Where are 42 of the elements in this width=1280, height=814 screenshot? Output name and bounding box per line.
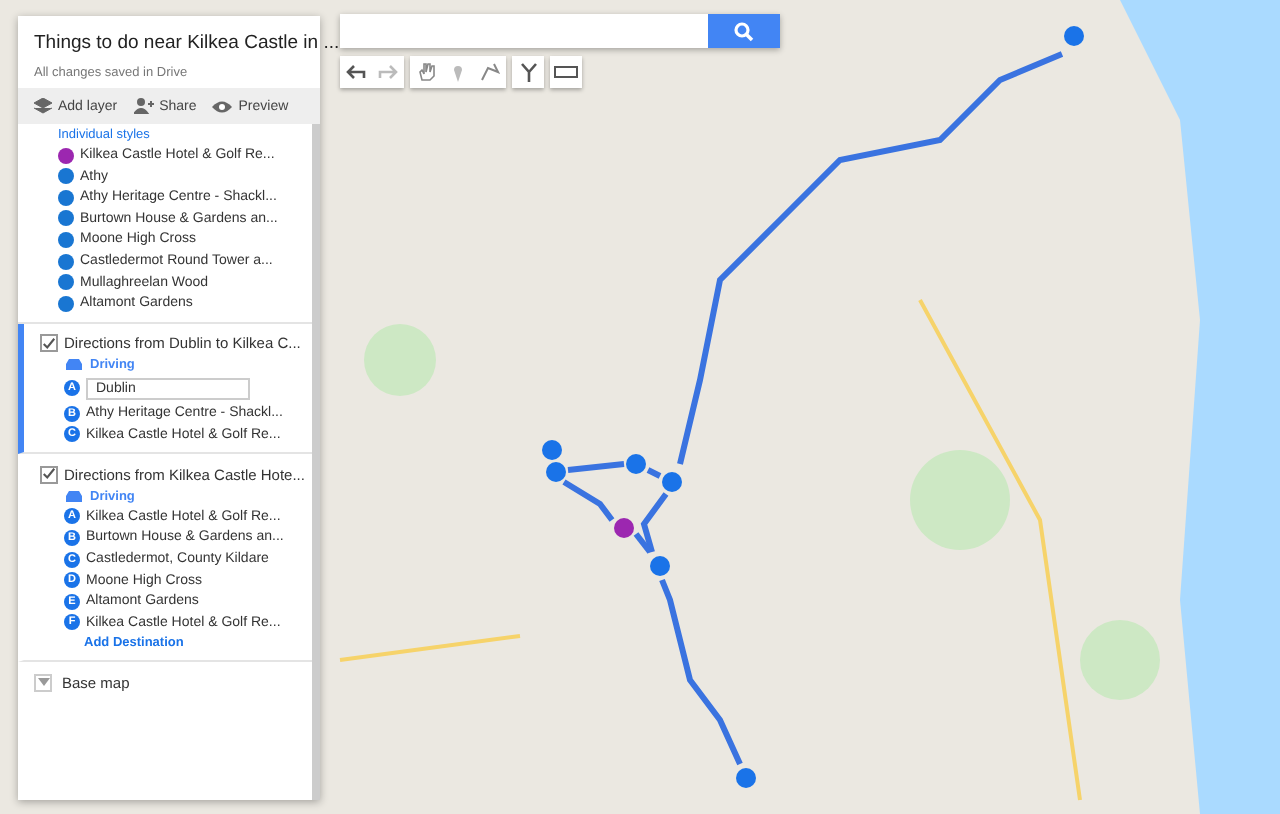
search-icon <box>734 21 754 41</box>
map-marker-icon[interactable] <box>662 472 682 492</box>
map-marker-icon[interactable] <box>1064 26 1084 46</box>
route-line[interactable] <box>567 461 625 473</box>
redo-icon <box>378 64 398 80</box>
layer-checkbox[interactable] <box>40 334 58 353</box>
layers-icon <box>34 98 52 114</box>
measure-button[interactable] <box>550 56 582 88</box>
car-icon <box>64 489 84 504</box>
directions-button[interactable] <box>512 56 544 88</box>
layer-checkbox[interactable] <box>40 465 58 484</box>
park-area <box>364 324 436 396</box>
eye-icon <box>212 99 233 113</box>
route-line[interactable] <box>677 51 1064 465</box>
search-field[interactable] <box>340 14 780 48</box>
park-area <box>1080 620 1160 700</box>
route-line[interactable] <box>633 532 653 554</box>
fork-icon <box>519 62 537 82</box>
route-line[interactable] <box>640 492 669 553</box>
search-button[interactable] <box>708 14 780 48</box>
pin-icon <box>452 62 464 82</box>
map-marker-icon[interactable] <box>542 440 562 460</box>
draw-line-button[interactable] <box>474 56 506 88</box>
map-marker-icon[interactable] <box>546 462 566 482</box>
hand-icon <box>417 62 435 82</box>
route-line[interactable] <box>562 479 615 522</box>
car-icon <box>64 358 84 373</box>
expand-toggle[interactable] <box>34 673 52 692</box>
map-title[interactable]: Things to do near Kilkea Castle in ... <box>34 32 340 54</box>
map-marker-icon[interactable] <box>626 454 646 474</box>
add-person-icon <box>133 98 154 114</box>
park-area <box>910 450 1010 550</box>
polyline-icon <box>480 62 500 82</box>
map-marker-icon[interactable] <box>614 518 634 538</box>
map-marker-icon[interactable] <box>736 768 756 788</box>
ruler-icon <box>554 66 578 78</box>
map-marker-icon[interactable] <box>650 556 670 576</box>
route-line[interactable] <box>659 578 743 766</box>
undo-button[interactable] <box>340 56 372 88</box>
route-line[interactable] <box>646 467 662 479</box>
hand-tool-button[interactable] <box>410 56 442 88</box>
undo-icon <box>346 64 366 80</box>
